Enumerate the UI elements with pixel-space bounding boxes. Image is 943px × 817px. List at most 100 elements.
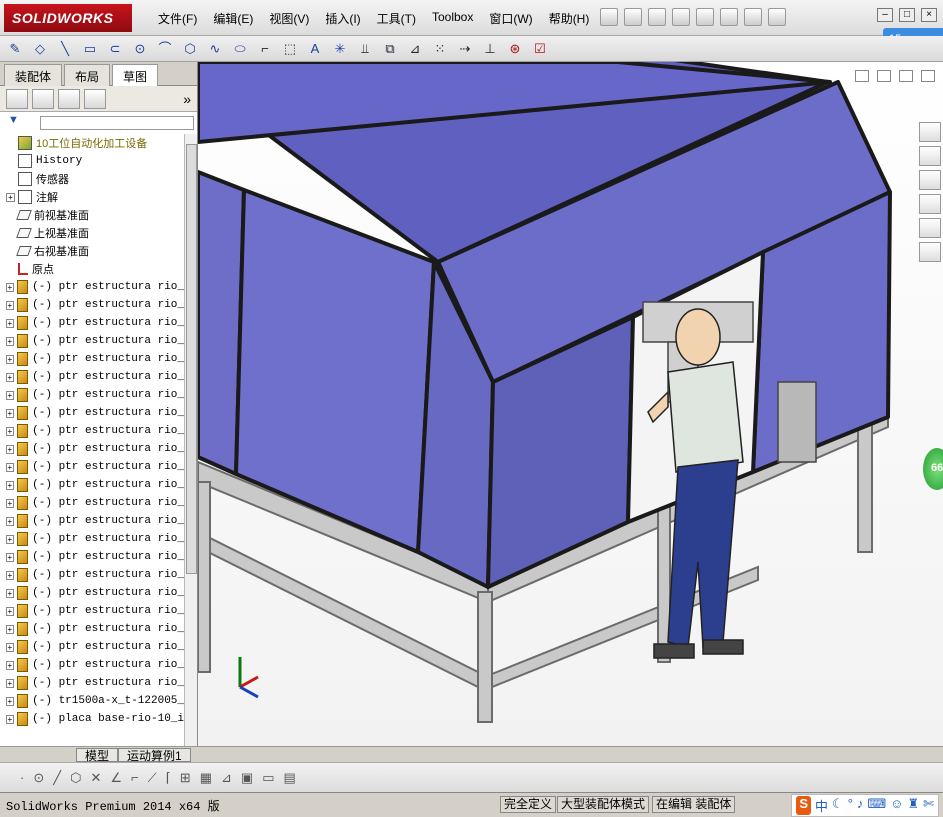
expand-icon[interactable]: + (6, 372, 14, 382)
keyboard-icon[interactable]: ⌨ (867, 796, 886, 815)
menu-view[interactable]: 视图(V) (261, 10, 317, 27)
expand-icon[interactable]: + (6, 318, 14, 328)
expand-icon[interactable]: + (6, 606, 14, 616)
expand-icon[interactable]: + (6, 696, 14, 706)
user-icon[interactable]: ☺ (890, 796, 903, 815)
table-icon[interactable]: ▦ (200, 770, 212, 786)
tree-root[interactable]: 10工位自动化加工设备 (0, 134, 184, 152)
convert-icon[interactable]: ⧉ (381, 40, 399, 58)
rebuild-icon[interactable] (744, 8, 762, 26)
filter-input[interactable] (40, 116, 194, 130)
circle-icon[interactable]: ⊙ (33, 770, 44, 786)
shirt-icon[interactable]: ♜ (907, 796, 919, 815)
tree-item-part[interactable]: + (-) ptr estructura rio_ (0, 458, 184, 476)
view-palette-icon[interactable] (919, 194, 941, 214)
tree-item-part[interactable]: + (-) ptr estructura rio_ (0, 332, 184, 350)
expand-icon[interactable]: + (6, 408, 14, 418)
tree-item-part[interactable]: + (-) placa base-rio-10_i (0, 710, 184, 728)
box-icon[interactable]: ▣ (241, 770, 253, 786)
expand-icon[interactable]: + (6, 498, 14, 508)
sketch-icon[interactable]: ✎ (6, 40, 24, 58)
expand-icon[interactable]: + (6, 336, 14, 346)
tree-item-part[interactable]: + (-) ptr estructura rio_ (0, 386, 184, 404)
tree-item-part[interactable]: + (-) ptr estructura rio_ (0, 440, 184, 458)
move-icon[interactable]: ⇢ (456, 40, 474, 58)
grid-icon[interactable]: ⊞ (180, 770, 191, 786)
ime-lang[interactable]: 中 (815, 796, 828, 815)
menu-help[interactable]: 帮助(H) (541, 10, 598, 27)
tree-item-sensors[interactable]: 传感器 (0, 170, 184, 188)
tree-scrollbar[interactable] (184, 134, 197, 792)
expand-icon[interactable]: + (6, 444, 14, 454)
tree-item-part[interactable]: + (-) ptr estructura rio_ (0, 638, 184, 656)
expand-icon[interactable]: + (6, 714, 14, 724)
property-manager-icon[interactable] (32, 88, 54, 109)
expand-icon[interactable]: + (6, 462, 14, 472)
expand-icon[interactable]: + (6, 642, 14, 652)
close-button[interactable]: × (921, 8, 937, 22)
chamfer-icon[interactable]: ⟋ (148, 770, 157, 786)
progress-badge[interactable]: 66 (923, 448, 943, 490)
tree-item-top-plane[interactable]: 上视基准面 (0, 224, 184, 242)
home-icon[interactable] (919, 122, 941, 142)
fillet-icon[interactable]: ⌐ (256, 40, 274, 58)
status-large-mode[interactable]: 大型装配体模式 (557, 796, 650, 813)
solidworks-logo[interactable]: SOLIDWORKS (4, 4, 132, 32)
file-explorer-icon[interactable] (919, 170, 941, 190)
new-icon[interactable] (600, 8, 618, 26)
save-icon[interactable] (648, 8, 666, 26)
configuration-manager-icon[interactable] (58, 88, 80, 109)
tree-item-part[interactable]: + (-) ptr estructura rio_ (0, 494, 184, 512)
window-icon[interactable]: ▭ (262, 770, 274, 786)
tree-item-part[interactable]: + (-) ptr estructura rio_ (0, 584, 184, 602)
tab-layout[interactable]: 布局 (64, 64, 111, 86)
smart-dimension-icon[interactable]: ◇ (31, 40, 49, 58)
corner-icon[interactable]: ⌈ (166, 770, 171, 786)
tree-item-origin[interactable]: 原点 (0, 260, 184, 278)
trim-icon[interactable]: ⫫ (356, 40, 374, 58)
tree-item-part[interactable]: + (-) ptr estructura rio_ (0, 620, 184, 638)
maximize-button[interactable]: □ (899, 8, 915, 22)
tab-sketch[interactable]: 草图 (112, 64, 159, 86)
menu-file[interactable]: 文件(F) (150, 10, 205, 27)
expand-icon[interactable]: + (6, 282, 14, 292)
custom-properties-icon[interactable] (919, 242, 941, 262)
expand-icon[interactable]: + (6, 678, 14, 688)
ellipse-icon[interactable]: ⬭ (231, 40, 249, 58)
fillet-icon[interactable]: ⌐ (131, 770, 139, 785)
text-icon[interactable]: A (306, 40, 324, 58)
expand-icon[interactable]: + (6, 354, 14, 364)
tree-item-annotations[interactable]: + 注解 (0, 188, 184, 206)
instant2d-icon[interactable]: ☑ (531, 40, 549, 58)
print-icon[interactable] (672, 8, 690, 26)
polygon-icon[interactable]: ⬡ (70, 770, 81, 786)
tree-item-part[interactable]: + (-) ptr estructura rio_ (0, 530, 184, 548)
tree-item-part[interactable]: + (-) ptr estructura rio_ (0, 566, 184, 584)
undo-icon[interactable] (696, 8, 714, 26)
tree-item-part[interactable]: + (-) ptr estructura rio_ (0, 656, 184, 674)
tab-model[interactable]: 模型 (76, 748, 119, 763)
expand-icon[interactable]: + (6, 624, 14, 634)
design-library-icon[interactable] (919, 146, 941, 166)
rectangle-icon[interactable]: ▭ (81, 40, 99, 58)
scroll-thumb[interactable] (186, 144, 197, 574)
spline-icon[interactable]: ∿ (206, 40, 224, 58)
tree-item-part[interactable]: + (-) ptr estructura rio_ (0, 422, 184, 440)
point-icon[interactable]: ✳ (331, 40, 349, 58)
tree-item-right-plane[interactable]: 右视基准面 (0, 242, 184, 260)
tree-item-part[interactable]: + (-) ptr estructura rio_ (0, 350, 184, 368)
menu-edit[interactable]: 编辑(E) (205, 10, 261, 27)
relations-icon[interactable]: ⊥ (481, 40, 499, 58)
point-icon[interactable]: · (20, 770, 24, 785)
expand-icon[interactable]: + (6, 192, 15, 202)
expand-icon[interactable]: + (6, 552, 14, 562)
expand-arrows-icon[interactable]: » (183, 91, 191, 107)
expand-icon[interactable]: + (6, 660, 14, 670)
expand-icon[interactable]: + (6, 480, 14, 490)
expand-icon[interactable]: + (6, 300, 14, 310)
expand-icon[interactable]: + (6, 516, 14, 526)
circle-icon[interactable]: ⊙ (131, 40, 149, 58)
arc-icon[interactable]: ⌒ (156, 40, 174, 58)
menu-window[interactable]: 窗口(W) (481, 10, 540, 27)
menu-toolbox[interactable]: Toolbox (424, 10, 481, 27)
